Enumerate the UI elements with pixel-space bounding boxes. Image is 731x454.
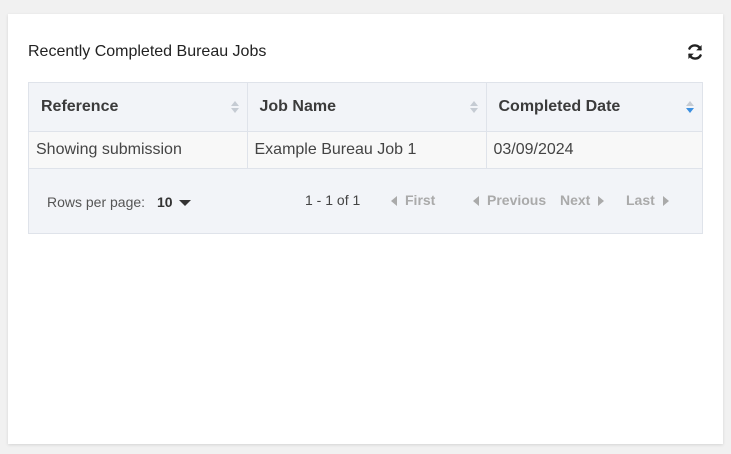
first-page-button[interactable]: First	[391, 192, 435, 208]
jobs-table: Reference Job Name Completed Date Showin…	[28, 82, 703, 234]
caret-left-icon	[391, 195, 397, 206]
table-header-row: Reference Job Name Completed Date	[29, 83, 702, 132]
last-page-button[interactable]: Last	[626, 192, 669, 208]
column-header-completed-date[interactable]: Completed Date	[486, 83, 702, 132]
caret-down-icon	[178, 199, 191, 206]
rows-per-page-select[interactable]: 10	[157, 194, 191, 210]
pagination-bar: Rows per page: 10 1 - 1 of 1 First Previ…	[29, 168, 702, 233]
cell-reference: Showing submission	[29, 131, 248, 169]
cell-job-name: Example Bureau Job 1	[247, 131, 487, 169]
sort-descending-icon	[686, 101, 694, 113]
bureau-jobs-card: Recently Completed Bureau Jobs Reference	[8, 14, 723, 444]
column-header-label: Reference	[41, 97, 119, 115]
first-page-label: First	[405, 191, 436, 208]
table-row[interactable]: Showing submission Example Bureau Job 1 …	[29, 131, 702, 169]
rows-per-page-value: 10	[157, 193, 173, 210]
sort-icon	[230, 101, 239, 113]
sort-icon	[469, 101, 478, 113]
rows-per-page-label: Rows per page:	[47, 193, 146, 210]
next-page-label: Next	[560, 191, 591, 208]
column-header-job-name[interactable]: Job Name	[247, 83, 487, 132]
caret-right-icon	[662, 195, 669, 206]
cell-completed-date: 03/09/2024	[486, 131, 702, 169]
next-page-button[interactable]: Next	[560, 191, 605, 208]
caret-right-icon	[598, 195, 605, 206]
previous-page-label: Previous	[487, 191, 547, 208]
caret-left-icon	[473, 195, 479, 206]
last-page-label: Last	[626, 191, 655, 208]
column-header-label: Completed Date	[498, 97, 621, 115]
card-title: Recently Completed Bureau Jobs	[28, 43, 267, 60]
column-header-label: Job Name	[259, 97, 336, 115]
page-range: 1 - 1 of 1	[305, 191, 361, 208]
refresh-icon[interactable]	[685, 42, 705, 62]
column-header-reference[interactable]: Reference	[29, 83, 248, 132]
previous-page-button[interactable]: Previous	[473, 192, 546, 208]
